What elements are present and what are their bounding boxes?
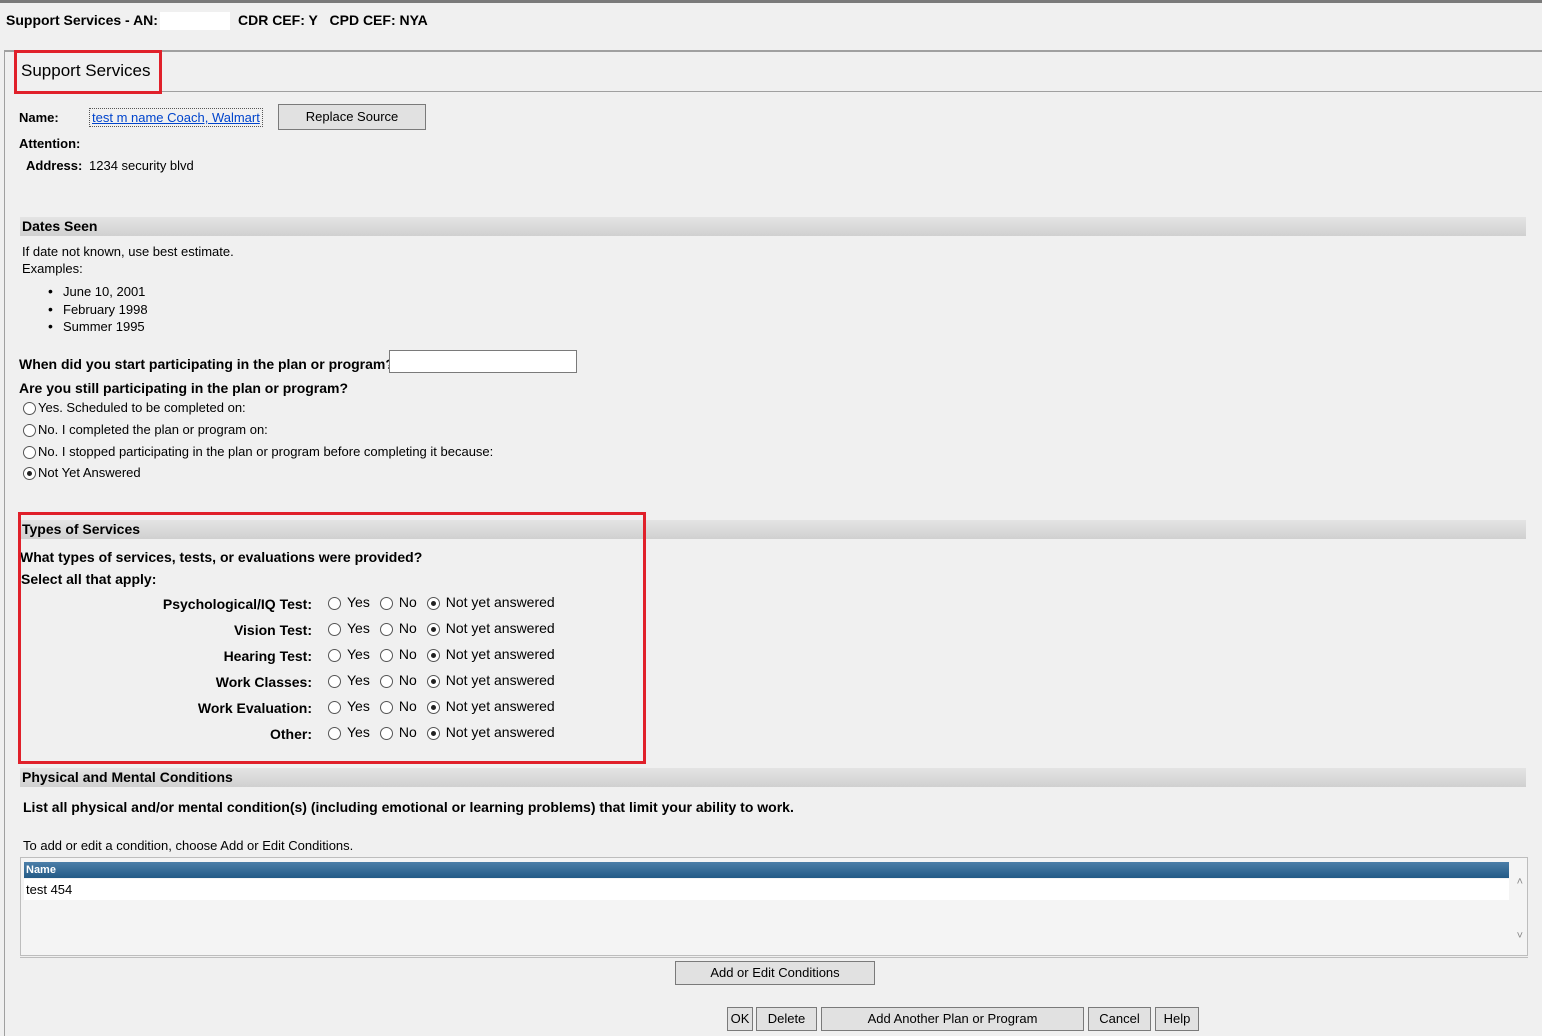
radio-no-stopped[interactable] [23,446,36,460]
table-bottom-line [20,957,1528,958]
ok-button[interactable]: OK [727,1007,753,1031]
scroll-up-icon[interactable]: ˄ [1517,876,1523,888]
cdr-cef-label: CDR CEF: Y [237,12,318,28]
examples-list: June 10, 2001 February 1998 Summer 1995 [48,283,148,336]
window-title: Support Services - AN: CDR CEF: Y CPD CEF… [6,12,428,31]
source-name-link[interactable]: test m name Coach, Walmart [89,108,263,127]
delete-button[interactable]: Delete [756,1007,817,1031]
examples-label: Examples: [22,261,83,276]
option-label: No. I stopped participating in the plan … [38,444,494,459]
table-header-name[interactable]: Name [24,862,1509,878]
example-item: February 1998 [48,301,148,319]
page-title: Support Services [14,50,162,94]
option-not-yet-answered[interactable]: Not Yet Answered [23,465,141,481]
option-label: Yes. Scheduled to be completed on: [38,400,246,415]
option-label: No. I completed the plan or program on: [38,422,268,437]
option-label: Not Yet Answered [38,465,141,480]
start-question: When did you start participating in the … [19,356,394,372]
example-item: June 10, 2001 [48,283,148,301]
radio-no-completed[interactable] [23,424,36,438]
redacted-an [159,12,230,31]
option-no-completed[interactable]: No. I completed the plan or program on: [23,422,268,438]
attention-label: Attention: [19,136,81,151]
add-another-plan-button[interactable]: Add Another Plan or Program [821,1007,1084,1031]
still-question: Are you still participating in the plan … [19,380,349,396]
title-underline [160,91,1542,92]
radio-yes-scheduled[interactable] [23,402,36,416]
window-title-prefix: Support Services - AN: [6,12,158,28]
frame-left-edge [4,50,5,1036]
address-value: 1234 security blvd [89,158,194,173]
radio-not-yet-answered[interactable] [23,467,36,481]
option-no-stopped[interactable]: No. I stopped participating in the plan … [23,444,494,460]
start-date-input[interactable] [389,350,577,373]
conditions-table: Name test 454 ˄ ˅ [20,857,1528,956]
conditions-hint: To add or edit a condition, choose Add o… [23,838,354,853]
conditions-instruction: List all physical and/or mental conditio… [23,799,794,815]
table-row[interactable]: test 454 [24,879,1509,900]
dates-seen-header: Dates Seen [20,217,1526,236]
title-separator [4,50,1542,52]
date-hint: If date not known, use best estimate. [22,244,234,259]
name-label: Name: [19,110,59,125]
replace-source-button[interactable]: Replace Source [278,104,426,130]
window-top-border [0,0,1542,3]
conditions-header: Physical and Mental Conditions [20,768,1526,787]
example-item: Summer 1995 [48,318,148,336]
cancel-button[interactable]: Cancel [1088,1007,1151,1031]
scroll-down-icon[interactable]: ˅ [1517,930,1523,942]
cpd-cef-label: CPD CEF: NYA [329,12,428,28]
add-edit-conditions-button[interactable]: Add or Edit Conditions [675,961,875,985]
highlight-box [18,512,646,764]
help-button[interactable]: Help [1155,1007,1199,1031]
address-label: Address: [26,158,83,173]
option-yes-scheduled[interactable]: Yes. Scheduled to be completed on: [23,400,246,416]
